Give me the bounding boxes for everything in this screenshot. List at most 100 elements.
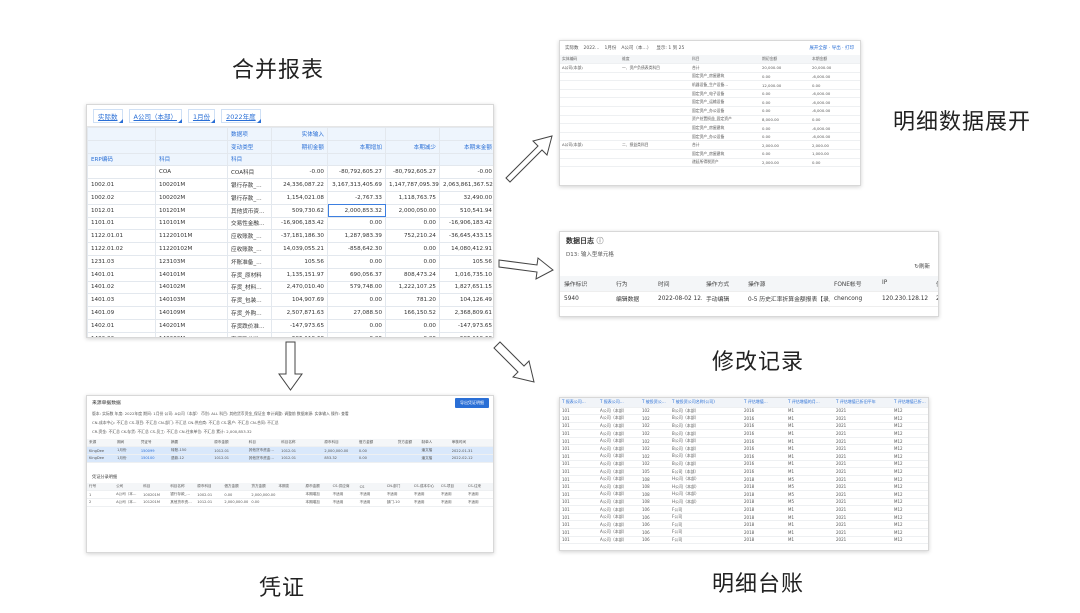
table-cell[interactable]: 509,730.62 [271,203,328,218]
voucher-title: 来源单据数据 [92,401,121,406]
table-cell[interactable]: 579,748.00 [327,280,386,295]
table-cell: A公司（本部） [598,498,640,507]
header-cell[interactable]: IP [878,276,932,292]
table-cell[interactable]: -36,645,433.15 [439,229,493,244]
header-cell[interactable]: T 评估增值的月… [786,398,834,408]
table-cell: 123103M [155,254,228,269]
table-cell[interactable]: 2,470,010.40 [271,280,328,295]
table-cell[interactable]: 1,135,151.97 [271,267,328,282]
table-cell[interactable]: 0.00 [385,242,440,256]
header-cell[interactable]: T 报表公司… [598,398,640,408]
table-cell[interactable]: 1,827,651.15 [439,280,493,295]
table-cell[interactable]: -16,906,183.42 [439,216,493,231]
detail-filter-period[interactable]: 1月份 [604,45,616,51]
filter-company[interactable]: A公司（本部） [128,108,183,123]
table-cell[interactable]: 1,154,021.08 [271,190,328,205]
header-cell[interactable]: 值 [932,276,938,292]
detail-toolbar-actions[interactable]: 展开全部 · 导出 · 打印 [809,45,854,51]
table-cell[interactable]: 32,490.00 [439,190,493,205]
table-cell[interactable]: 2,000,050.00 [385,203,440,218]
table-cell[interactable]: 14,039,055.21 [271,242,328,256]
table-cell[interactable]: 1,118,763.75 [385,190,440,205]
table-cell[interactable]: -858,642.30 [327,242,386,256]
table-cell[interactable]: 0.00 [327,331,386,337]
table-cell[interactable]: 2,368,809.61 [439,306,493,320]
table-cell[interactable]: 0.00 [327,293,386,308]
header-cell[interactable]: T 评估增值… [742,398,786,408]
table-cell[interactable]: 2,000,853.32 [327,203,386,218]
table-cell: 1231.03 [87,254,156,269]
table-cell[interactable]: 0.00 [385,216,440,231]
header-cell[interactable]: T 被投资公… [640,398,670,408]
table-cell[interactable]: 0.00 [327,318,386,333]
voucher-link[interactable]: 150100 [138,454,170,463]
header-cell[interactable]: T 报表公司… [560,398,598,408]
table-cell[interactable]: -16,906,183.42 [271,216,328,231]
table-cell[interactable]: 1,016,735.10 [439,267,493,282]
header-cell[interactable]: FONE帐号 [830,276,878,292]
table-cell[interactable]: 105.56 [271,254,328,269]
table-cell[interactable]: 0.00 [385,254,440,269]
table-cell[interactable]: 166,150.52 [385,306,440,320]
header-cell[interactable]: 操作源 [744,276,830,292]
table-row: 101 A公司（本部） 102 B公司（本部） 2016 M1 2021 M12 [560,460,928,469]
table-cell[interactable]: -147,973.65 [439,318,493,333]
table-cell[interactable]: -80,792,605.27 [327,165,386,180]
label-voucher: 凭证 [259,576,306,601]
table-cell[interactable]: 2,507,871.63 [271,306,328,320]
table-cell[interactable]: -595,110.60 [439,331,493,337]
header-cell[interactable]: 时间 [654,276,702,292]
table-cell[interactable]: 1,287,983.39 [327,229,386,244]
detail-filter-year[interactable]: 2022… [584,46,600,51]
table-cell[interactable]: 510,541.94 [439,203,493,218]
table-cell[interactable]: -37,181,186.30 [271,229,328,244]
table-cell[interactable]: 0.00 [327,254,386,269]
table-cell[interactable]: 27,088.50 [327,306,386,320]
detail-filter-company[interactable]: A公司（本…） [621,45,651,51]
table-cell[interactable]: 105.56 [439,254,493,269]
filter-version[interactable]: 实际数 [93,108,123,123]
header-label: 报表公司… [565,399,586,405]
table-cell[interactable]: 104,126.49 [439,293,493,308]
table-cell[interactable]: 104,907.69 [271,293,328,308]
table-cell[interactable]: -2,767.33 [327,190,386,205]
table-cell: 2016 [742,422,786,431]
table-cell: 140202M [155,331,228,337]
header-cell[interactable]: 操作标识 [560,276,612,292]
table-cell[interactable]: 0.00 [385,331,440,337]
export-voucher-button[interactable]: 导出凭证明细 [455,398,489,408]
table-cell[interactable]: -0.00 [271,165,328,180]
table-cell[interactable]: -147,973.65 [271,318,328,333]
header-cell[interactable]: 行为 [612,276,654,292]
table-cell[interactable]: 781.20 [385,293,440,308]
table-cell: M12 [892,490,928,499]
table-cell[interactable]: 14,080,412.91 [439,242,493,256]
filter-period[interactable]: 1月份 [187,108,216,123]
header-cell[interactable]: 操作方式 [702,276,744,292]
table-cell[interactable]: 0.00 [327,216,386,231]
table-cell[interactable]: -0.00 [439,165,493,180]
header-cell[interactable]: T 被投资公司名称(公司) [670,398,742,408]
table-cell[interactable]: 0.00 [385,318,440,333]
table-cell[interactable]: 24,336,087.22 [271,178,328,192]
table-cell[interactable]: 3,167,313,405.69 [327,178,386,192]
table-cell[interactable]: -80,792,605.27 [385,165,440,180]
filter-year[interactable]: 2022年度 [221,108,261,123]
header-cell[interactable]: T 评估增值已折… [892,398,928,408]
table-cell[interactable]: 690,056.37 [327,267,386,282]
table-cell[interactable]: 752,210.24 [385,229,440,244]
table-cell: M1 [786,414,834,423]
table-cell[interactable]: 808,473.24 [385,267,440,282]
table-cell [620,132,690,142]
voucher-link[interactable]: 150099 [138,446,170,456]
table-cell: M12 [892,467,928,476]
header-cell[interactable]: T 评估增值已折旧平年 [834,398,892,408]
table-cell[interactable]: 1,222,107.25 [385,280,440,295]
table-cell: -6,000.00 [810,132,860,142]
table-cell[interactable]: 1,147,787,095.39 [385,178,440,192]
detail-filter-version[interactable]: 实际数 [565,45,579,51]
table-cell[interactable]: -595,110.60 [271,331,328,337]
table-cell [620,72,690,82]
refresh-button[interactable]: ↻刷新 [914,262,930,270]
table-cell[interactable]: 2,063,861,367.52 [439,178,493,192]
